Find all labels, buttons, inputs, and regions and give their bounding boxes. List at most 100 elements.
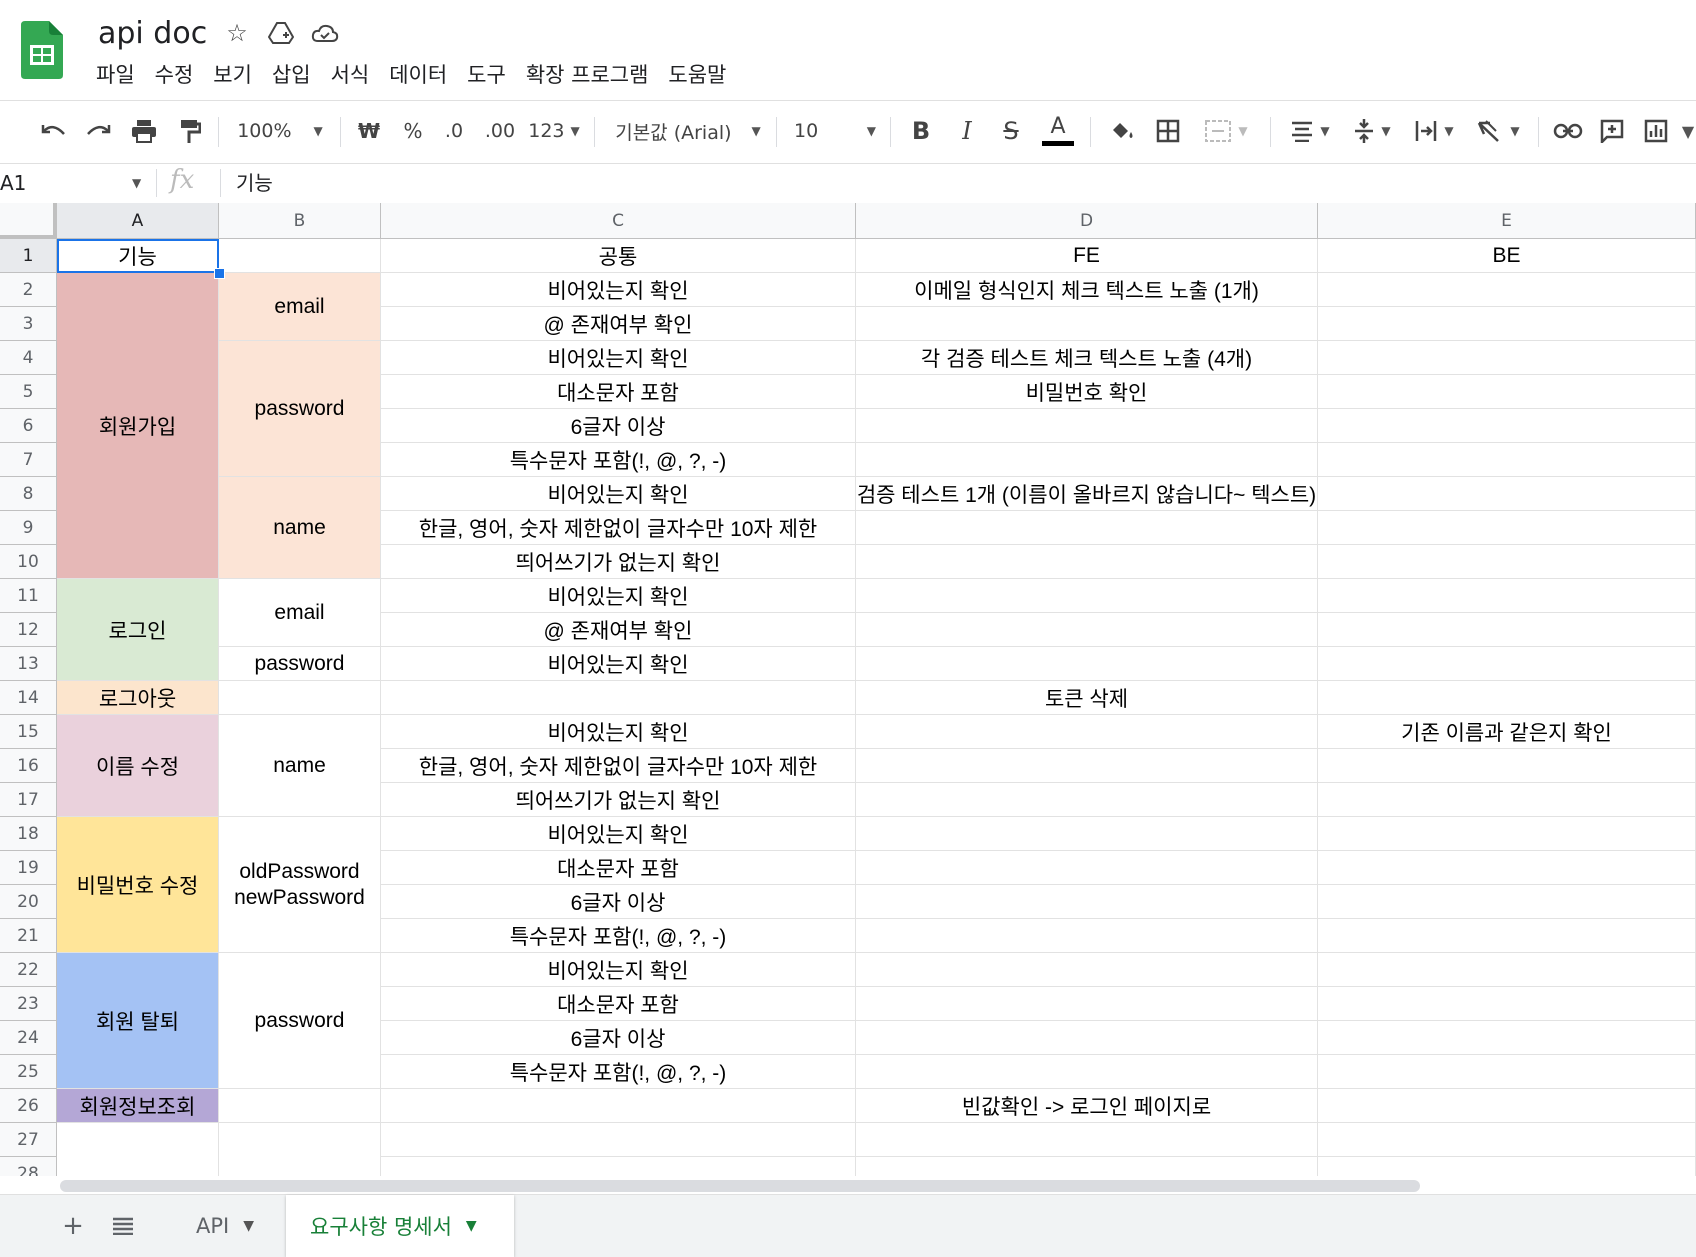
cell-c17[interactable]: 띄어쓰기가 없는지 확인 [381,783,856,817]
cell-e5[interactable] [1318,375,1696,409]
cell-c19[interactable]: 대소문자 포함 [381,851,856,885]
cell-e3[interactable] [1318,307,1696,341]
borders-icon[interactable] [1150,111,1186,151]
cell-e12[interactable] [1318,613,1696,647]
cell-e14[interactable] [1318,681,1696,715]
cell-c18[interactable]: 비어있는지 확인 [381,817,856,851]
text-wrapping-icon[interactable]: ▼ [1408,111,1460,151]
row-header-1[interactable]: 1 [0,239,57,273]
cell-e21[interactable] [1318,919,1696,953]
row-header-13[interactable]: 13 [0,647,57,681]
row-header-12[interactable]: 12 [0,613,57,647]
cell-c15[interactable]: 비어있는지 확인 [381,715,856,749]
cell-c4[interactable]: 비어있는지 확인 [381,341,856,375]
cell-c7[interactable]: 특수문자 포함(!, @, ?, -) [381,443,856,477]
row-header-16[interactable]: 16 [0,749,57,783]
cell-password-change-fields[interactable]: oldPassword newPassword [219,817,381,953]
menu-format[interactable]: 서식 [321,60,380,90]
paint-format-icon[interactable] [172,111,208,151]
cell-d4[interactable]: 각 검증 테스트 체크 텍스트 노출 (4개) [856,341,1318,375]
increase-decimal-button[interactable]: .00 [480,111,520,151]
cell-c5[interactable]: 대소문자 포함 [381,375,856,409]
cell-e4[interactable] [1318,341,1696,375]
row-header-3[interactable]: 3 [0,307,57,341]
font-size-select[interactable]: 10 ▼ [794,111,876,151]
cell-d19[interactable] [856,851,1318,885]
cell-b26[interactable] [219,1089,381,1123]
cell-d5[interactable]: 비밀번호 확인 [856,375,1318,409]
cell-e26[interactable] [1318,1089,1696,1123]
all-sheets-icon[interactable] [106,1209,140,1243]
insert-link-icon[interactable] [1550,111,1586,151]
number-format-select[interactable]: 123 ▼ [526,111,582,151]
cell-login-feature[interactable]: 로그인 [57,579,219,681]
row-header-7[interactable]: 7 [0,443,57,477]
cell-d15[interactable] [856,715,1318,749]
row-header-4[interactable]: 4 [0,341,57,375]
row-header-9[interactable]: 9 [0,511,57,545]
cell-d26[interactable]: 빈값확인 -> 로그인 페이지로 [856,1089,1318,1123]
cell-e16[interactable] [1318,749,1696,783]
cell-c13[interactable]: 비어있는지 확인 [381,647,856,681]
text-rotation-icon[interactable]: ▼ [1470,111,1526,151]
cell-login-email[interactable]: email [219,579,381,647]
row-header-17[interactable]: 17 [0,783,57,817]
cell-e13[interactable] [1318,647,1696,681]
row-header-10[interactable]: 10 [0,545,57,579]
cell-e1[interactable]: BE [1318,239,1696,273]
row-header-18[interactable]: 18 [0,817,57,851]
cell-e23[interactable] [1318,987,1696,1021]
add-sheet-icon[interactable]: + [56,1209,90,1243]
bold-button[interactable]: B [906,111,936,151]
row-header-6[interactable]: 6 [0,409,57,443]
cell-b14[interactable] [219,681,381,715]
cell-b27[interactable] [219,1123,381,1176]
column-header-c[interactable]: C [381,203,856,239]
cell-d14[interactable]: 토큰 삭제 [856,681,1318,715]
row-header-11[interactable]: 11 [0,579,57,613]
cloud-status-icon[interactable] [310,18,340,48]
redo-icon[interactable] [80,111,116,151]
cell-d7[interactable] [856,443,1318,477]
cell-e17[interactable] [1318,783,1696,817]
row-header-15[interactable]: 15 [0,715,57,749]
insert-chart-icon[interactable] [1638,111,1674,151]
document-title[interactable]: api doc [98,16,207,51]
cell-c27[interactable] [381,1123,856,1157]
cell-a1[interactable]: 기능 [57,239,219,273]
cell-c2[interactable]: 비어있는지 확인 [381,273,856,307]
zoom-select[interactable]: 100% ▼ [232,111,328,151]
sheet-tab-requirements[interactable]: 요구사항 명세서 ▼ [286,1195,514,1257]
move-to-drive-icon[interactable] [266,18,296,48]
menu-tools[interactable]: 도구 [457,60,516,90]
cell-d11[interactable] [856,579,1318,613]
cell-c25[interactable]: 특수문자 포함(!, @, ?, -) [381,1055,856,1089]
cell-e8[interactable] [1318,477,1696,511]
decrease-decimal-button[interactable]: .0 [436,111,472,151]
spreadsheet-grid[interactable]: ABCDE 1 2 3 4 5 6 7 8 9 10 11 12 13 14 15 16 17 18 19 20 21 2… [0,203,1696,1176]
cell-e20[interactable] [1318,885,1696,919]
undo-icon[interactable] [36,111,72,151]
menu-view[interactable]: 보기 [203,60,262,90]
row-header-2[interactable]: 2 [0,273,57,307]
insert-comment-icon[interactable] [1594,111,1630,151]
cell-c26[interactable] [381,1089,856,1123]
row-header-24[interactable]: 24 [0,1021,57,1055]
name-box[interactable]: A1 ▼ [0,167,141,199]
row-header-14[interactable]: 14 [0,681,57,715]
currency-format-button[interactable]: ₩ [354,111,384,151]
cell-e28[interactable] [1318,1157,1696,1176]
cell-d22[interactable] [856,953,1318,987]
cell-d23[interactable] [856,987,1318,1021]
cell-c1[interactable]: 공통 [381,239,856,273]
sheets-logo-icon[interactable] [21,21,63,79]
merge-cells-icon[interactable]: ▼ [1196,111,1256,151]
cell-d27[interactable] [856,1123,1318,1157]
cell-e24[interactable] [1318,1021,1696,1055]
cell-e19[interactable] [1318,851,1696,885]
row-header-23[interactable]: 23 [0,987,57,1021]
row-header-20[interactable]: 20 [0,885,57,919]
menu-insert[interactable]: 삽입 [262,60,321,90]
cell-c22[interactable]: 비어있는지 확인 [381,953,856,987]
menu-edit[interactable]: 수정 [145,60,204,90]
